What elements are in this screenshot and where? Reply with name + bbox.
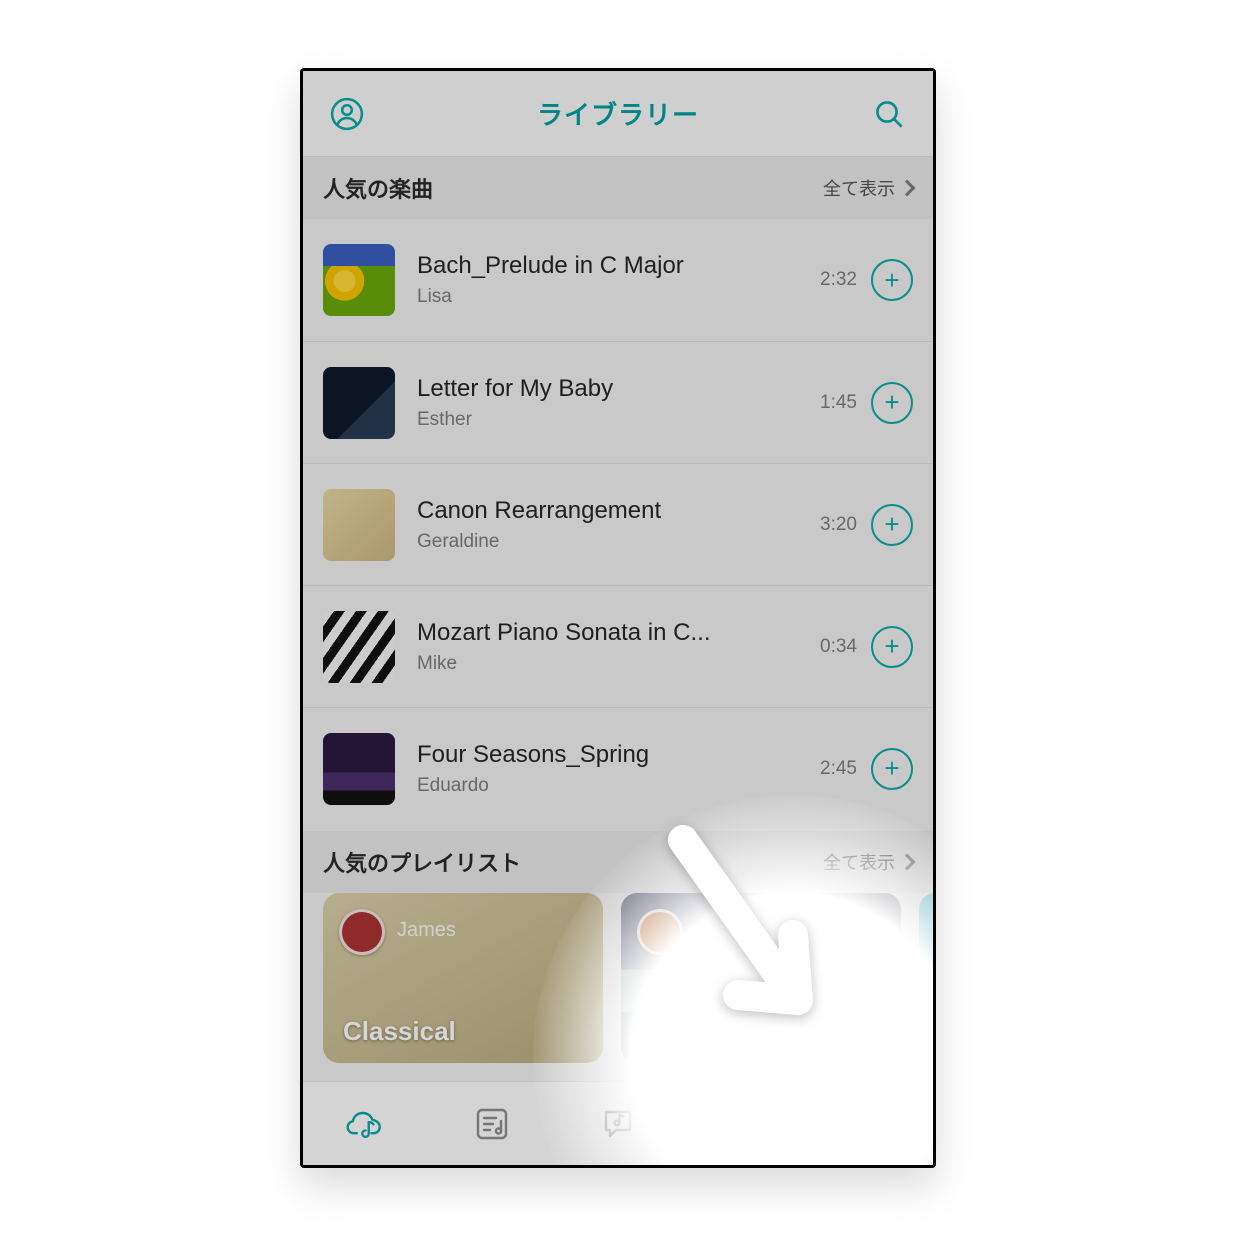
show-all-songs[interactable]: 全て表示 bbox=[823, 175, 913, 201]
mixer-icon bbox=[722, 1104, 766, 1144]
app-header: ライブラリー bbox=[303, 71, 933, 157]
song-row[interactable]: Canon Rearrangement Geraldine 3:20 + bbox=[303, 463, 933, 585]
song-artist: Lisa bbox=[417, 286, 820, 308]
song-thumbnail bbox=[323, 733, 395, 805]
song-artist: Eduardo bbox=[417, 775, 820, 797]
song-duration: 3:20 bbox=[820, 514, 857, 536]
add-song-button[interactable]: + bbox=[871, 259, 913, 301]
show-all-label: 全て表示 bbox=[823, 175, 895, 201]
playlist-owner: Sherry bbox=[695, 919, 754, 942]
playlist-cards: James Classical Sherry Relax bbox=[303, 893, 933, 1063]
song-thumbnail bbox=[323, 244, 395, 316]
plus-icon: + bbox=[884, 265, 899, 296]
song-row[interactable]: Mozart Piano Sonata in C... Mike 0:34 + bbox=[303, 585, 933, 707]
song-duration: 0:34 bbox=[820, 636, 857, 658]
plus-icon: + bbox=[884, 387, 899, 418]
playlist-owner: James bbox=[397, 919, 456, 942]
show-all-label: 全て表示 bbox=[823, 849, 895, 875]
cloud-music-icon bbox=[344, 1104, 388, 1144]
add-song-button[interactable]: + bbox=[871, 504, 913, 546]
playlist-name: Classical bbox=[343, 1016, 456, 1047]
song-row[interactable]: Bach_Prelude in C Major Lisa 2:32 + bbox=[303, 219, 933, 341]
song-thumbnail bbox=[323, 489, 395, 561]
add-song-button[interactable]: + bbox=[871, 382, 913, 424]
section-label: 人気の楽曲 bbox=[323, 172, 433, 204]
profile-icon bbox=[330, 97, 364, 131]
song-title: Bach_Prelude in C Major bbox=[417, 252, 820, 280]
lyrics-icon bbox=[598, 1104, 638, 1144]
chevron-right-icon bbox=[899, 854, 916, 871]
tools-tab[interactable] bbox=[807, 1082, 933, 1165]
plus-icon: + bbox=[884, 631, 899, 662]
song-artist: Geraldine bbox=[417, 531, 820, 553]
song-artist: Esther bbox=[417, 409, 820, 431]
show-all-playlists[interactable]: 全て表示 bbox=[823, 849, 913, 875]
mixer-tab[interactable] bbox=[681, 1082, 807, 1165]
phone-frame: ライブラリー 人気の楽曲 全て表示 Bach_Prelude in C Majo… bbox=[300, 68, 936, 1168]
plus-icon: + bbox=[884, 509, 899, 540]
app-title: ライブラリー bbox=[537, 95, 699, 132]
song-row[interactable]: Letter for My Baby Esther 1:45 + bbox=[303, 341, 933, 463]
playlist-card[interactable]: Sherry Relax bbox=[621, 893, 901, 1063]
song-title: Canon Rearrangement bbox=[417, 497, 820, 525]
song-title: Letter for My Baby bbox=[417, 375, 820, 403]
song-duration: 2:32 bbox=[820, 269, 857, 291]
avatar bbox=[637, 909, 683, 955]
library-tab[interactable] bbox=[303, 1082, 429, 1165]
request-tab[interactable] bbox=[555, 1082, 681, 1165]
playlist-tab[interactable] bbox=[429, 1082, 555, 1165]
chevron-right-icon bbox=[899, 180, 916, 197]
song-row[interactable]: Four Seasons_Spring Eduardo 2:45 + bbox=[303, 707, 933, 829]
playlist-card[interactable] bbox=[919, 893, 933, 1063]
song-artist: Mike bbox=[417, 653, 820, 675]
tab-bar bbox=[303, 1081, 933, 1165]
profile-button[interactable] bbox=[325, 92, 369, 136]
song-thumbnail bbox=[323, 611, 395, 683]
song-title: Mozart Piano Sonata in C... bbox=[417, 619, 820, 647]
tools-icon bbox=[849, 1103, 891, 1145]
song-duration: 2:45 bbox=[820, 758, 857, 780]
plus-icon: + bbox=[884, 753, 899, 784]
section-popular-songs: 人気の楽曲 全て表示 bbox=[303, 157, 933, 219]
song-thumbnail bbox=[323, 367, 395, 439]
avatar bbox=[339, 909, 385, 955]
song-duration: 1:45 bbox=[820, 392, 857, 414]
song-list: Bach_Prelude in C Major Lisa 2:32 + Lett… bbox=[303, 219, 933, 829]
playlist-card[interactable]: James Classical bbox=[323, 893, 603, 1063]
song-title: Four Seasons_Spring bbox=[417, 741, 820, 769]
playlist-name: Relax bbox=[641, 1016, 710, 1047]
search-button[interactable] bbox=[867, 92, 911, 136]
search-icon bbox=[873, 98, 905, 130]
add-song-button[interactable]: + bbox=[871, 626, 913, 668]
add-song-button[interactable]: + bbox=[871, 748, 913, 790]
playlist-icon bbox=[472, 1104, 512, 1144]
section-popular-playlists: 人気のプレイリスト 全て表示 bbox=[303, 831, 933, 893]
section-label: 人気のプレイリスト bbox=[323, 846, 521, 878]
